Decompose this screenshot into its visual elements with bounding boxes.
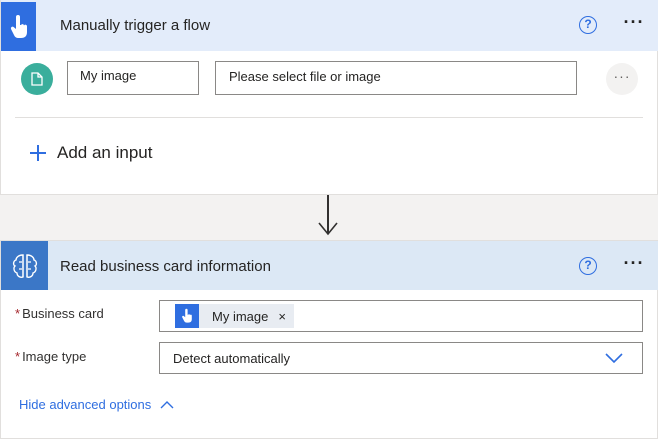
add-input-button[interactable]: Add an input [29,143,152,163]
dynamic-content-token[interactable]: My image × [175,304,294,328]
image-type-label: * Image type [15,349,87,364]
file-select-field[interactable]: Please select file or image [215,61,577,95]
advanced-options-label: Hide advanced options [19,397,152,412]
action-title: Read business card information [60,258,271,275]
hide-advanced-options-link[interactable]: Hide advanced options [19,397,175,412]
help-icon[interactable]: ? [579,257,597,275]
required-marker: * [15,306,21,321]
arrow-head [318,222,338,236]
more-options-icon[interactable]: ··· [621,13,647,34]
trigger-card-header[interactable]: Manually trigger a flow ? ··· [1,0,658,51]
hand-pointer-icon [1,2,36,51]
trigger-title: Manually trigger a flow [60,17,211,34]
input-name-field[interactable]: My image [67,61,199,95]
ai-brain-icon [1,241,48,290]
plus-icon [29,144,47,162]
chevron-down-icon [605,353,623,364]
add-input-label: Add an input [57,143,153,162]
image-type-dropdown[interactable]: Detect automatically [159,342,643,374]
divider [15,117,643,118]
file-icon [21,63,53,95]
more-options-icon[interactable]: ··· [621,254,647,275]
chevron-up-icon [160,400,174,408]
required-marker: * [15,349,21,364]
help-icon[interactable]: ? [579,16,597,34]
input-row-more-button[interactable]: ··· [606,63,638,95]
business-card-field[interactable]: My image × [159,300,643,332]
business-card-label: * Business card [15,306,104,321]
token-label: My image [212,308,269,324]
remove-token-icon[interactable]: × [278,309,286,324]
hand-pointer-icon [175,304,199,328]
image-type-value: Detect automatically [173,351,291,366]
trigger-card: Manually trigger a flow ? ··· My image P… [0,0,658,195]
action-card-header[interactable]: Read business card information ? ··· [1,241,658,290]
